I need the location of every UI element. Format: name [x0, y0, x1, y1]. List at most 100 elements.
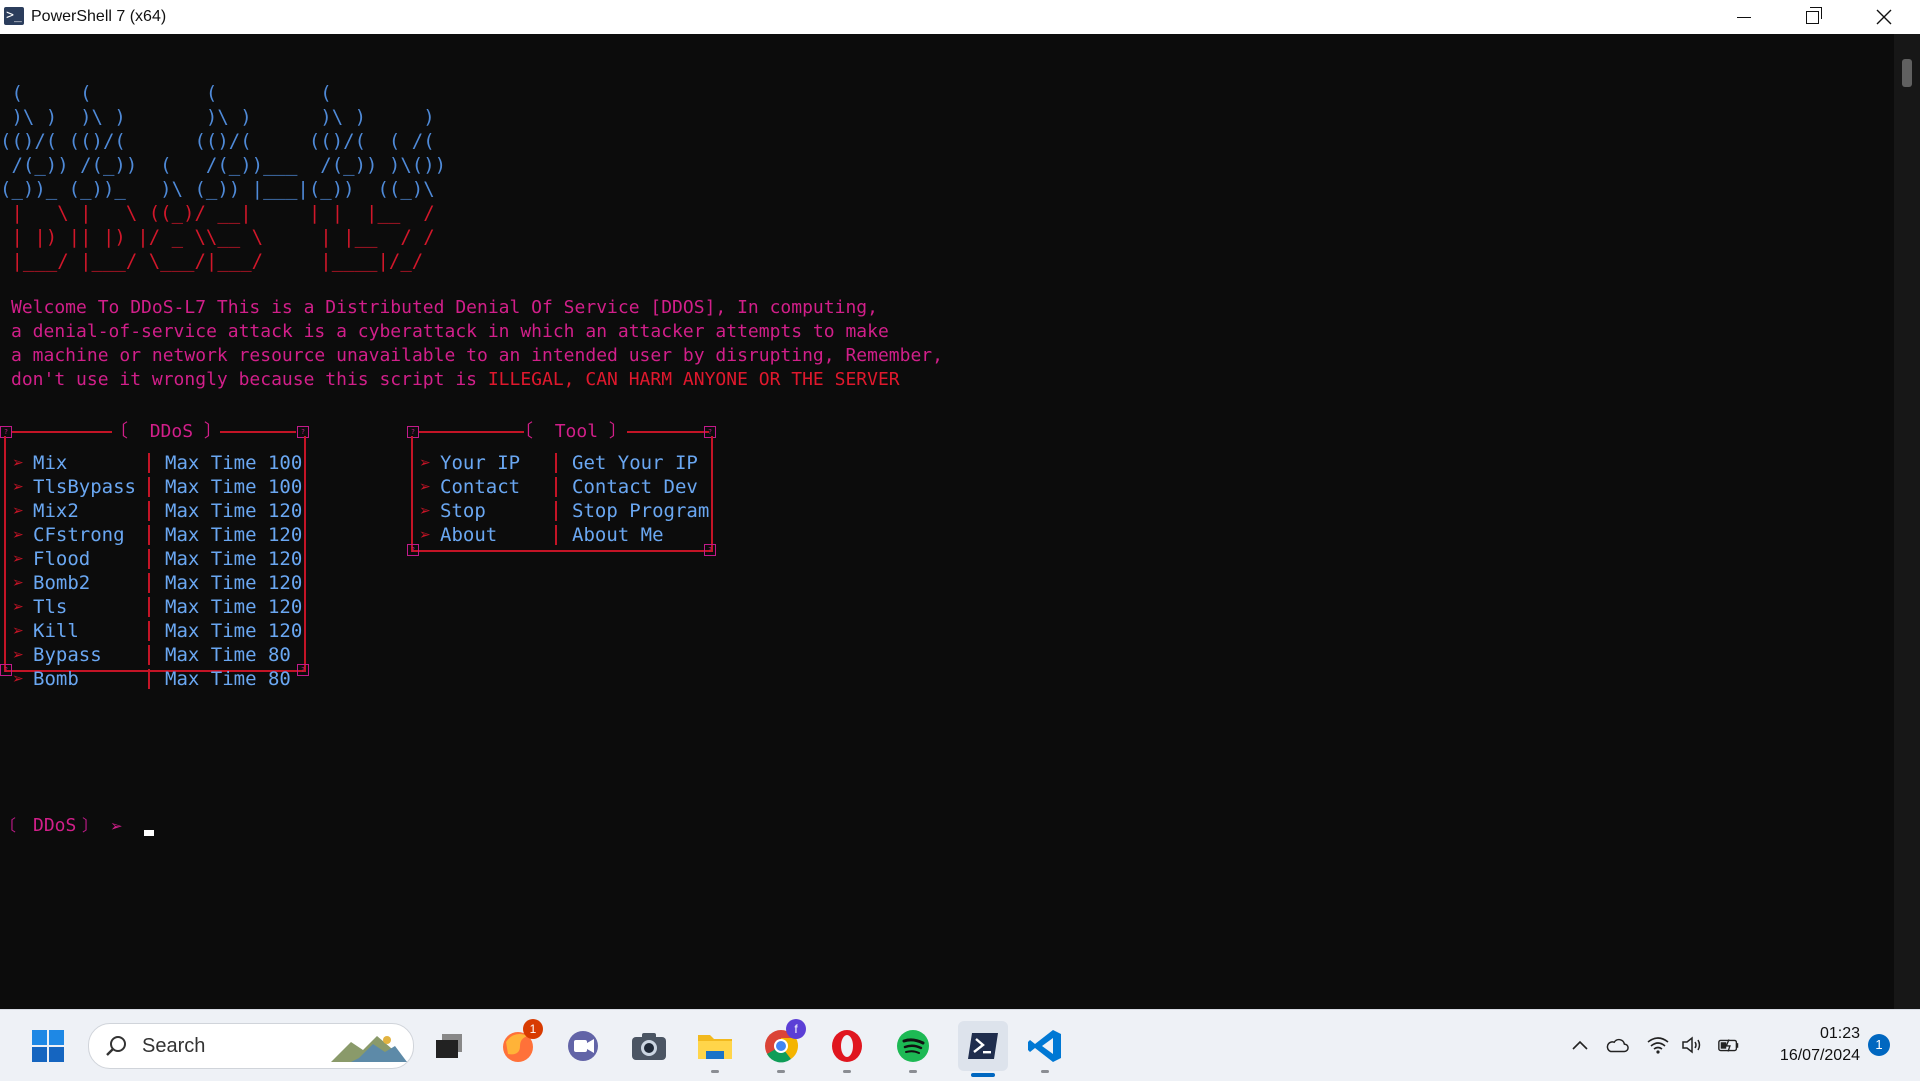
start-button[interactable]	[27, 1025, 69, 1067]
tool-item-name: Your IP	[440, 452, 521, 474]
firefox-button[interactable]: 1	[497, 1019, 543, 1067]
search-input[interactable]: Search	[88, 1023, 414, 1069]
menu-arrow-icon: ➢	[419, 479, 431, 495]
ddos-item-name: Bomb2	[33, 572, 91, 594]
profile-badge: f	[786, 1019, 806, 1039]
running-indicator	[1041, 1070, 1049, 1073]
file-explorer-button[interactable]	[694, 1025, 736, 1073]
menu-arrow-icon: ➢	[12, 623, 24, 639]
tool-item-value: About Me	[572, 524, 664, 546]
menu-arrow-icon: ➢	[419, 503, 431, 519]
menu-arrow-icon: ➢	[419, 527, 431, 543]
close-button[interactable]	[1850, 0, 1918, 34]
menu-arrow-icon: ➢	[12, 479, 24, 495]
tool-menu-item: ➢ Your IP Get Your IP	[407, 451, 707, 475]
menu-arrow-icon: ➢	[12, 551, 24, 567]
frame-line	[12, 431, 112, 433]
text-cursor	[144, 830, 154, 836]
tool-menu-item: ➢ Stop Stop Program	[407, 499, 709, 523]
warning-prefix: don't use it wrongly because this script…	[11, 369, 488, 390]
prompt-bracket: 〔	[0, 816, 17, 835]
clock-time: 01:23	[1819, 1025, 1860, 1042]
prompt-bracket: 〕	[82, 816, 99, 835]
ddos-item-value: Max Time 120	[165, 572, 303, 594]
ddos-menu: 〔 DDoS 〕 ? ? ? ? ➢ Mix Max Time 100 ➢ TlsByp…	[0, 420, 310, 700]
ddos-item-value: Max Time 100	[165, 452, 303, 474]
column-separator	[148, 549, 150, 569]
ddos-item-value: Max Time 100	[165, 476, 303, 498]
teams-button[interactable]	[562, 1025, 604, 1067]
ddos-menu-item: ➢ CFstrong Max Time 120	[0, 523, 302, 547]
column-separator	[148, 645, 150, 665]
ddos-item-name: Bypass	[33, 644, 102, 666]
network-button[interactable]	[1646, 1034, 1670, 1056]
ddos-item-name: TlsBypass	[33, 476, 136, 498]
teams-icon	[568, 1031, 598, 1061]
running-indicator	[777, 1070, 785, 1073]
task-view-button[interactable]	[428, 1025, 470, 1067]
onedrive-button[interactable]	[1605, 1034, 1629, 1056]
ddos-item-value: Max Time 120	[165, 620, 303, 642]
battery-button[interactable]	[1717, 1034, 1741, 1056]
search-highlight-icon	[331, 1036, 407, 1062]
menu-arrow-icon: ➢	[12, 647, 24, 663]
column-separator	[555, 525, 557, 545]
search-placeholder: Search	[142, 1035, 206, 1057]
vscode-button[interactable]	[1024, 1025, 1066, 1073]
camera-button[interactable]	[628, 1025, 670, 1067]
speaker-icon	[1682, 1036, 1701, 1054]
tool-menu: 〔 Tool 〕 ? ? ? ? ➢ Your IP Get Your IP ➢ Con…	[407, 420, 717, 560]
menu-arrow-icon: ➢	[12, 503, 24, 519]
running-indicator	[843, 1070, 851, 1073]
frame-line	[220, 431, 296, 433]
warning-text: ILLEGAL, CAN HARM ANYONE OR THE SERVER	[487, 369, 900, 390]
tool-item-value: Get Your IP	[572, 452, 698, 474]
ddos-menu-item: ➢ Mix Max Time 100	[0, 451, 303, 475]
opera-icon	[832, 1030, 862, 1062]
scrollbar-thumb[interactable]	[1902, 59, 1912, 87]
ddos-menu-item: ➢ Flood Max Time 120	[0, 547, 302, 571]
tool-item-value: Contact Dev	[572, 476, 698, 498]
ddos-item-name: CFstrong	[33, 524, 125, 546]
spotify-button[interactable]	[892, 1025, 934, 1073]
notification-center-badge[interactable]: 1	[1868, 1034, 1890, 1056]
tool-item-name: Stop	[440, 500, 486, 522]
column-separator	[148, 597, 150, 617]
welcome-line: Welcome To DDoS-L7 This is a Distributed…	[11, 297, 878, 318]
opera-button[interactable]	[826, 1025, 868, 1073]
tool-item-name: About	[440, 524, 498, 546]
clock[interactable]: 01:23 16/07/2024	[1760, 1023, 1860, 1067]
spotify-icon	[897, 1030, 929, 1062]
file-explorer-icon	[698, 1035, 732, 1059]
wifi-icon	[1647, 1037, 1669, 1054]
column-separator	[555, 477, 557, 497]
chrome-button[interactable]: f	[760, 1019, 806, 1073]
ddos-menu-item: ➢ Bomb Max Time 80	[0, 667, 300, 691]
minimize-button[interactable]	[1710, 0, 1778, 34]
search-icon	[106, 1036, 126, 1056]
ddos-item-value: Max Time 120	[165, 500, 303, 522]
terminal-icon	[968, 1033, 998, 1059]
scrollbar[interactable]	[1894, 34, 1920, 1009]
ddos-item-value: Max Time 80	[165, 668, 291, 690]
ddos-item-name: Kill	[33, 620, 79, 642]
column-separator	[148, 621, 150, 641]
ddos-menu-item: ➢ Bypass Max Time 80	[0, 643, 300, 667]
windows-icon	[32, 1030, 64, 1062]
show-hidden-icons-button[interactable]	[1568, 1034, 1592, 1056]
terminal-output[interactable]: ( ( ( ( )\ ) )\ ) )\ ) )\ ) ) (()/( (()/…	[0, 34, 1894, 1009]
prompt-arrow: ➢	[110, 817, 123, 835]
terminal-button[interactable]	[958, 1021, 1008, 1077]
column-separator	[148, 669, 150, 689]
ddos-item-value: Max Time 80	[165, 644, 291, 666]
ddos-item-name: Mix	[33, 452, 68, 474]
minimize-icon	[1737, 16, 1751, 18]
ddos-item-value: Max Time 120	[165, 596, 303, 618]
restore-button[interactable]	[1778, 0, 1846, 34]
tool-item-name: Contact	[440, 476, 521, 498]
column-separator	[555, 453, 557, 473]
ddos-item-name: Flood	[33, 548, 91, 570]
volume-button[interactable]	[1680, 1034, 1704, 1056]
welcome-text: Welcome To DDoS-L7 This is a Distributed…	[11, 296, 943, 392]
tool-menu-item: ➢ Contact Contact Dev	[407, 475, 707, 499]
